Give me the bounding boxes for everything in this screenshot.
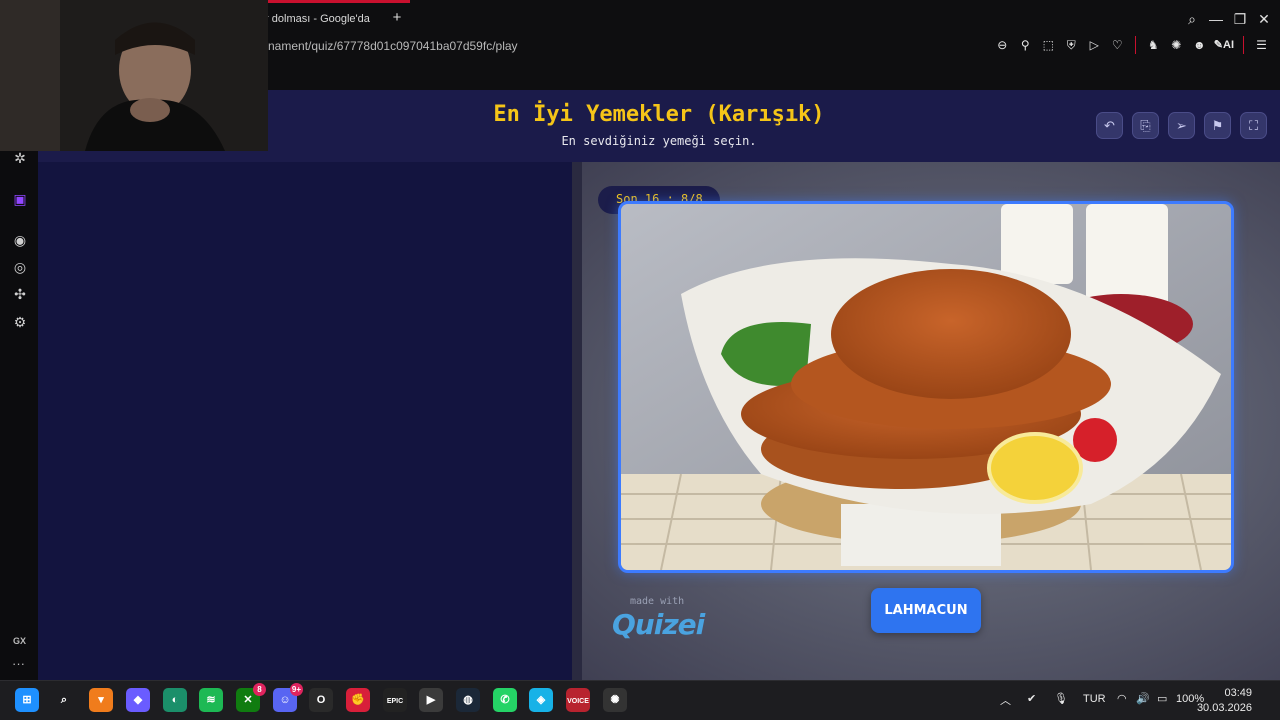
new-tab-button[interactable]: + xyxy=(388,9,406,27)
webcam-overlay xyxy=(0,0,268,151)
kodi-icon[interactable]: ◈ xyxy=(529,688,553,712)
volume-icon[interactable]: 🔊 xyxy=(1136,692,1150,705)
close-icon[interactable]: ✕ xyxy=(1255,10,1273,28)
search-icon[interactable]: ⌕ xyxy=(1183,10,1201,28)
spotify-icon[interactable]: ◉ xyxy=(10,230,30,250)
discord-icon[interactable]: ◎ xyxy=(10,257,30,277)
notification-badge: 9+ xyxy=(289,683,303,696)
restore-icon[interactable]: ❐ xyxy=(1231,10,1249,28)
windows-start-icon[interactable]: ⊞ xyxy=(15,688,39,712)
atom-icon[interactable]: ✲ xyxy=(10,148,30,168)
twitch-icon[interactable]: ▣ xyxy=(10,189,30,209)
spark-icon[interactable]: ✺ xyxy=(1168,37,1185,54)
browser-toolbar: ⊖ ⚲ ⬚ ⛨ ▷ ♡ ♞ ✺ ☻ ✎AI ☰ xyxy=(994,36,1270,54)
ai-label: AI xyxy=(1223,38,1234,51)
opera-gx-icon[interactable]: O xyxy=(309,688,333,712)
settings-icon[interactable]: ⚙ xyxy=(10,312,30,332)
media-player-icon[interactable]: ▶ xyxy=(419,688,443,712)
discord-icon[interactable]: ☺ 9+ xyxy=(273,683,303,712)
edge-icon[interactable]: ◐ xyxy=(163,688,187,712)
choice-button[interactable]: LAHMACUN xyxy=(871,588,981,633)
notification-badge: 8 xyxy=(253,683,266,696)
xbox-icon[interactable]: ✕ 8 xyxy=(236,683,266,712)
fist-icon[interactable]: ✊ xyxy=(346,688,370,712)
voicemeeter-icon[interactable]: VOICE xyxy=(566,688,590,712)
empty-choice-pane xyxy=(38,162,572,680)
share-icon[interactable]: ⎘ xyxy=(1132,112,1159,139)
quiz-page: En İyi Yemekler (Karışık) En sevdiğiniz … xyxy=(38,90,1280,680)
browser-tab[interactable]: ır dolması - Google'da xyxy=(262,8,370,30)
gx-label: GX xyxy=(13,636,27,646)
microphone-icon[interactable]: 🎙 xyxy=(1054,692,1068,705)
language-indicator[interactable]: TUR xyxy=(1083,693,1106,705)
zoom-out-icon[interactable]: ⊖ xyxy=(994,37,1011,54)
chatgpt-icon[interactable]: ✺ xyxy=(603,688,627,712)
made-with-label: made with xyxy=(630,596,685,607)
address-bar[interactable]: nament/quiz/67778d01c097041ba07d59fc/pla… xyxy=(268,39,518,53)
toolbar-separator xyxy=(1134,36,1136,54)
shield-icon[interactable]: ⛨ xyxy=(1063,37,1080,54)
lahmacun-photo xyxy=(621,204,1231,570)
extensions-icon[interactable]: ✣ xyxy=(10,284,30,304)
minimize-icon[interactable]: — xyxy=(1207,10,1225,28)
clock[interactable]: 03:49 30.03.2026 xyxy=(1197,686,1252,716)
tab-title: ır dolması - Google'da xyxy=(262,13,370,25)
send-icon[interactable]: ➢ xyxy=(1168,112,1195,139)
pane-divider xyxy=(572,162,582,680)
toolbar-separator xyxy=(1243,36,1244,54)
network-tray-icon[interactable]: ✔ xyxy=(1027,692,1036,705)
fullscreen-icon[interactable]: ⛶ xyxy=(1240,112,1267,139)
whatsapp-icon[interactable]: ✆ xyxy=(493,688,517,712)
voicemeeter-label: VOICE xyxy=(567,698,589,705)
undo-icon[interactable]: ↶ xyxy=(1096,112,1123,139)
browser-sidebar: ✲ ▣ ◉ ◎ ✣ ⚙ GX ··· xyxy=(0,90,38,680)
clock-time: 03:49 xyxy=(1224,687,1252,699)
play-icon[interactable]: ▷ xyxy=(1086,37,1103,54)
quizei-logo[interactable]: Quizei xyxy=(612,608,705,641)
battery-icon[interactable]: ▭ xyxy=(1157,692,1167,705)
bunny-icon[interactable]: ♞ xyxy=(1145,37,1162,54)
copilot-icon[interactable]: ◆ xyxy=(126,688,150,712)
spotify-icon[interactable]: ≋ xyxy=(199,688,223,712)
flag-icon[interactable]: ⚑ xyxy=(1204,112,1231,139)
pin-icon[interactable]: ⚲ xyxy=(1017,37,1034,54)
streamer-video xyxy=(0,0,268,151)
ai-icon[interactable]: ✎AI xyxy=(1214,37,1234,54)
epic-games-icon[interactable]: EPIC xyxy=(383,688,407,712)
steam-icon[interactable]: ◍ xyxy=(456,688,480,712)
brave-icon[interactable]: ▾ xyxy=(89,688,113,712)
active-tab-indicator xyxy=(260,0,410,3)
menu-icon[interactable]: ☰ xyxy=(1253,37,1270,54)
wifi-icon[interactable]: ◠ xyxy=(1117,692,1127,705)
choice-image-card[interactable] xyxy=(618,201,1234,573)
more-icon[interactable]: ··· xyxy=(12,656,25,671)
screenshot-icon[interactable]: ⬚ xyxy=(1040,37,1057,54)
chevron-up-icon[interactable]: ︿ xyxy=(1000,692,1011,708)
search-icon[interactable]: ⌕ xyxy=(52,688,76,712)
epic-games-label: EPIC xyxy=(386,698,404,705)
clock-date: 30.03.2026 xyxy=(1196,702,1252,714)
people-icon[interactable]: ☻ xyxy=(1191,37,1208,54)
heart-icon[interactable]: ♡ xyxy=(1109,37,1126,54)
